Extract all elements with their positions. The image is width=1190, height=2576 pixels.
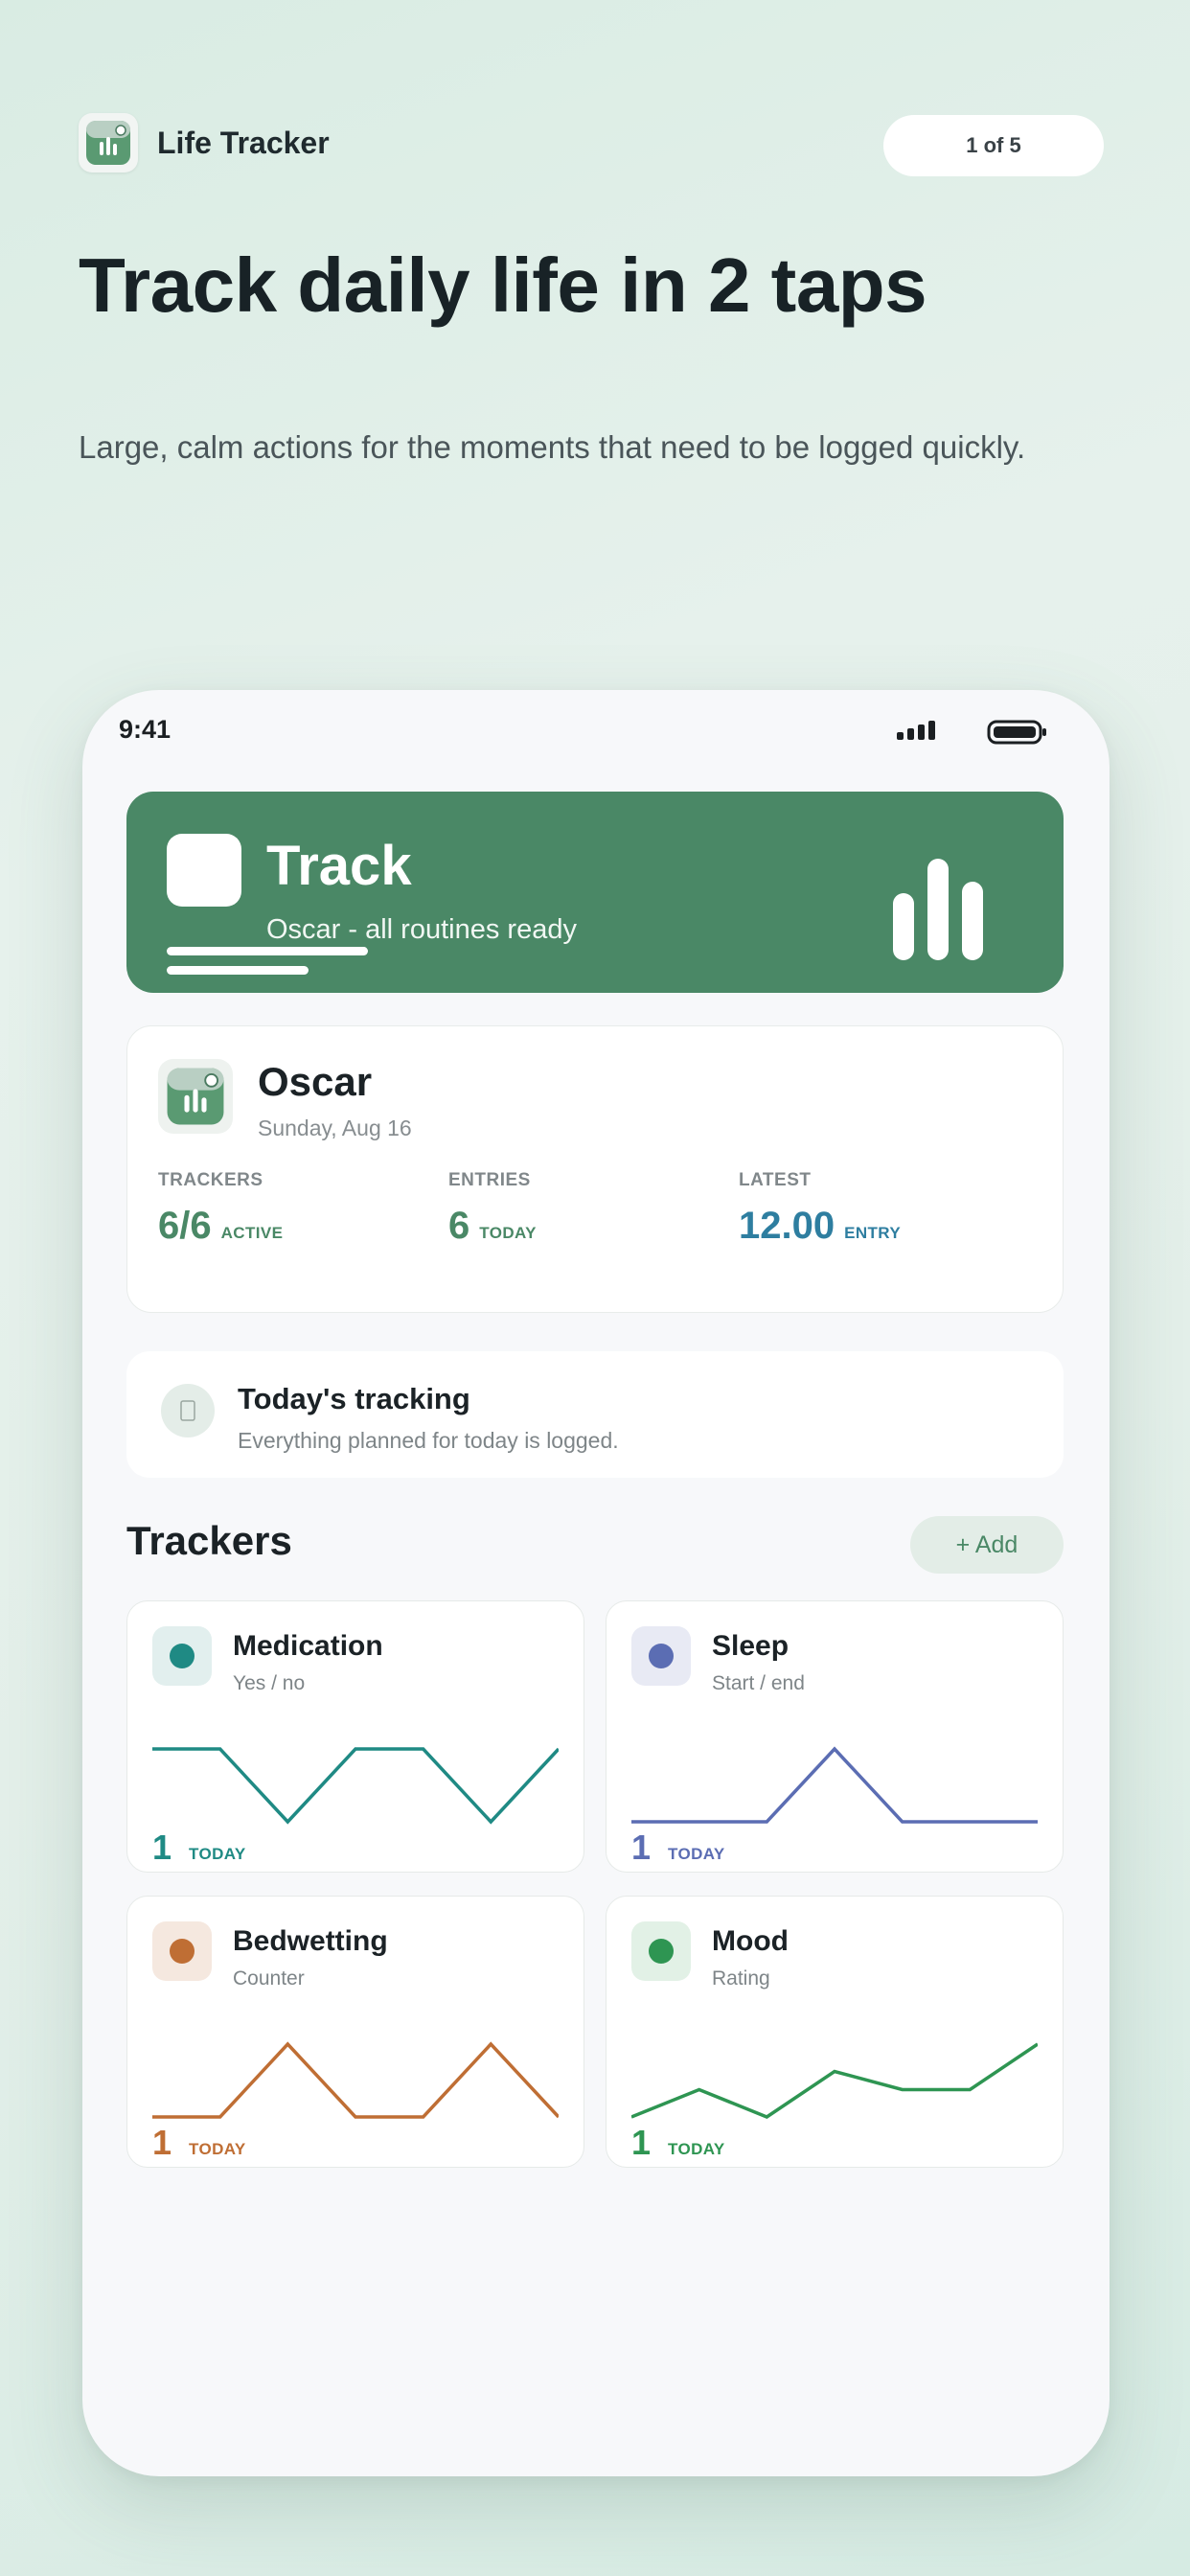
tracker-name: Medication [233,1630,383,1662]
battery-icon [987,719,1048,746]
stat-latest: LATEST 12.00 ENTRY [739,1170,901,1248]
tracker-count: 1 [631,2123,652,2162]
track-card[interactable]: Track Oscar - all routines ready [126,792,1064,993]
sparkline-path [631,1746,1038,1824]
tracker-sparkline [631,2042,1038,2119]
sparkline-path [152,1747,559,1825]
tracker-unit: TODAY [189,1845,246,1863]
profile-card[interactable]: Oscar Sunday, Aug 16 TRACKERS 6/6 ACTIVE… [126,1025,1064,1313]
tracker-count: 1 [152,1828,172,1867]
add-tracker-button[interactable]: + Add [910,1516,1064,1574]
tracker-unit: TODAY [668,1845,725,1863]
sleep-icon [631,1626,691,1686]
stat-unit: TODAY [479,1224,537,1242]
tracker-sparkline [152,2041,559,2119]
tracker-type: Counter [233,1967,305,1990]
stat-value: 6/6 [158,1205,212,1247]
tracker-card-mood[interactable]: Mood Rating 1 TODAY [606,1896,1064,2168]
stat-value: 12.00 [739,1205,835,1247]
sparkline-path [631,2042,1038,2119]
tracker-type: Rating [712,1967,770,1990]
track-title: Track [266,835,412,897]
profile-date: Sunday, Aug 16 [258,1116,412,1140]
today-subtitle: Everything planned for today is logged. [238,1428,619,1453]
status-time: 9:41 [119,715,172,744]
signal-icon [897,721,935,740]
bedwetting-icon [152,1921,212,1981]
tracker-card-sleep[interactable]: Sleep Start / end 1 TODAY [606,1600,1064,1873]
page-indicator[interactable]: 1 of 5 [883,115,1104,176]
tracker-sparkline [631,1746,1038,1824]
tracker-type: Start / end [712,1672,805,1694]
tracker-unit: TODAY [668,2140,725,2158]
track-decor-line [167,947,368,955]
tracker-count: 1 [152,2123,172,2162]
bar-chart-icon [893,859,983,960]
subheadline: Large, calm actions for the moments that… [79,429,1026,465]
today-tracking-card[interactable]: Today's tracking Everything planned for … [126,1351,1064,1478]
tracker-name: Bedwetting [233,1925,388,1957]
mood-icon [631,1921,691,1981]
avatar [158,1059,233,1134]
tracker-name: Sleep [712,1630,790,1662]
tracker-type: Yes / no [233,1672,306,1694]
trackers-heading: Trackers [126,1518,292,1563]
stat-unit: ACTIVE [220,1224,284,1242]
headline: Track daily life in 2 taps [79,242,927,328]
stat-label: LATEST [739,1170,812,1190]
tracker-count: 1 [631,1828,652,1867]
app-brand: Life Tracker [79,113,330,172]
stat-value: 6 [448,1205,470,1247]
medication-icon [152,1626,212,1686]
track-square-icon [167,834,241,907]
profile-name: Oscar [258,1059,373,1104]
sparkline-path [152,2041,559,2119]
tracker-sparkline [152,1747,559,1825]
app-logo-icon [79,113,138,172]
stat-unit: ENTRY [844,1224,902,1242]
today-title: Today's tracking [238,1382,470,1415]
track-subtitle: Oscar - all routines ready [266,914,577,945]
phone-mockup: 9:41 Track Oscar - all routines ready Os… [82,690,1110,2476]
phone-icon [161,1384,215,1438]
tracker-name: Mood [712,1925,789,1957]
tracker-card-medication[interactable]: Medication Yes / no 1 TODAY [126,1600,584,1873]
stat-label: TRACKERS [158,1170,263,1190]
app-name: Life Tracker [157,125,330,160]
tracker-card-bedwetting[interactable]: Bedwetting Counter 1 TODAY [126,1896,584,2168]
tracker-unit: TODAY [189,2140,246,2158]
stat-label: ENTRIES [448,1170,531,1190]
track-decor-line [167,966,309,975]
stat-entries: ENTRIES 6 TODAY [448,1170,537,1248]
stat-trackers: TRACKERS 6/6 ACTIVE [158,1170,283,1248]
